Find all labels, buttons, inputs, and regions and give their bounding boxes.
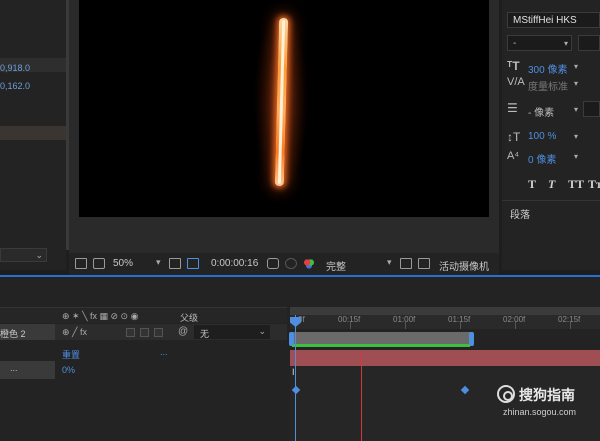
pick-whip-icon[interactable]: @: [178, 326, 188, 337]
chevron-down-icon: ⌄: [35, 250, 43, 260]
playhead-line[interactable]: [295, 315, 296, 441]
layer-switches[interactable]: ⊕ ╱ fx: [62, 327, 87, 338]
region-of-interest-icon[interactable]: [187, 258, 199, 269]
chevron-down-icon: ▾: [563, 39, 568, 48]
property-name-cell[interactable]: ...: [0, 361, 55, 379]
chevron-down-icon: ⌄: [258, 326, 266, 336]
chevron-down-icon: ▾: [574, 152, 579, 161]
always-preview-icon[interactable]: [75, 258, 87, 269]
watermark: 搜狗指南 zhinan.sogou.com: [497, 385, 597, 425]
leading-value[interactable]: - 像素: [528, 104, 554, 119]
snapshot-icon[interactable]: [267, 258, 279, 269]
property-value[interactable]: 0%: [62, 365, 75, 375]
ruler-tick: [515, 322, 516, 329]
project-row-selected[interactable]: [0, 126, 66, 140]
baseline-shift-icon: A⁴: [507, 150, 520, 162]
reset-link[interactable]: 重置: [62, 348, 80, 361]
fit-icon[interactable]: [169, 258, 181, 269]
layer-columns-header: ⊕ ✶ ╲ fx ▦ ⊘ ⊙ ◉ 父级: [0, 307, 287, 323]
faux-bold-button[interactable]: T: [528, 177, 536, 192]
coord-readout-1: 0,918.0: [0, 63, 31, 73]
switch-box[interactable]: [154, 328, 163, 337]
sogou-logo-icon: [497, 385, 515, 403]
switch-box[interactable]: [140, 328, 149, 337]
camera-select[interactable]: 活动摄像机: [439, 258, 489, 273]
show-snapshot-icon[interactable]: [285, 258, 297, 269]
parent-column-header: 父级: [180, 313, 199, 323]
ruler-tick: [570, 322, 571, 329]
small-caps-button[interactable]: Tт: [588, 177, 600, 192]
ruler-tick: [405, 322, 406, 329]
paragraph-tab[interactable]: 段落: [510, 206, 530, 221]
chevron-down-icon: ▾: [156, 257, 161, 267]
property-row-value: ... 0%: [0, 361, 287, 379]
parent-select[interactable]: 无 ⌄: [194, 325, 270, 339]
coord-readout-2: 0,162.0: [0, 81, 31, 91]
layer-name-cell[interactable]: 橙色 2: [0, 324, 55, 340]
render-cache-bar: [292, 344, 470, 347]
zoom-select[interactable]: 50%: [113, 258, 133, 269]
chevron-down-icon: ▾: [574, 62, 579, 71]
fast-previews-icon[interactable]: [400, 258, 412, 269]
project-dropdown[interactable]: ⌄: [0, 248, 47, 262]
channels-icon[interactable]: [303, 258, 315, 269]
parent-value: 无: [200, 329, 210, 339]
ruler-tick: [350, 322, 351, 329]
kerning-icon: V/A: [507, 76, 525, 88]
font-style-value: -: [513, 38, 517, 49]
character-panel: MStiffHei HKS - ▾ ᵀT 300 像素 ▾ V/A 度量标准 ▾…: [502, 0, 600, 270]
reset-dots[interactable]: ...: [160, 347, 168, 357]
layer-name[interactable]: 橙色 2: [0, 327, 26, 340]
stroke-type-select[interactable]: [583, 101, 600, 117]
font-family-select[interactable]: MStiffHei HKS: [507, 12, 600, 28]
chevron-down-icon: ▾: [574, 132, 579, 141]
layer-duration-bar[interactable]: [290, 350, 600, 366]
font-size-icon: ᵀT: [507, 59, 520, 73]
preview-marker-line: [361, 352, 362, 441]
kerning-value[interactable]: 度量标准: [528, 78, 568, 93]
layer-row[interactable]: 橙色 2 ⊕ ╱ fx @ 无 ⌄: [0, 324, 287, 340]
chevron-down-icon: ▾: [387, 257, 392, 267]
font-style-extra[interactable]: [578, 35, 600, 51]
transparency-grid-icon[interactable]: [418, 258, 430, 269]
composition-canvas[interactable]: [79, 0, 489, 217]
property-row-reset: 重置 ...: [0, 345, 287, 361]
chevron-down-icon: ▾: [574, 79, 579, 88]
font-size-value[interactable]: 300 像素: [528, 61, 567, 76]
vertical-scale-icon: ↕T: [507, 130, 521, 144]
ruler-tick: [460, 322, 461, 329]
vertical-scale-value[interactable]: 100 %: [528, 131, 556, 142]
baseline-shift-value[interactable]: 0 像素: [528, 151, 556, 166]
property-dots: ...: [10, 363, 18, 373]
current-time[interactable]: 0:00:00:16: [211, 258, 258, 269]
chevron-down-icon: ▾: [574, 105, 579, 114]
monitor-icon[interactable]: [93, 258, 105, 269]
resolution-select[interactable]: 完整: [326, 258, 346, 273]
switch-box[interactable]: [126, 328, 135, 337]
panel-divider: [502, 200, 600, 201]
switches-icons: ⊕ ✶ ╲ fx ▦ ⊘ ⊙ ◉: [62, 311, 139, 321]
all-caps-button[interactable]: TT: [568, 177, 584, 192]
work-area-bar[interactable]: [290, 307, 600, 315]
font-family-value: MStiffHei HKS: [513, 15, 577, 26]
stroke-width-icon: ☰: [507, 101, 518, 115]
font-style-select[interactable]: - ▾: [507, 35, 572, 51]
watermark-url: zhinan.sogou.com: [503, 407, 577, 417]
watermark-title: 搜狗指南: [519, 387, 575, 403]
viewer-toolbar: 50% ▾ 0:00:00:16 完整 ▾ 活动摄像机: [69, 253, 499, 275]
faux-italic-button[interactable]: T: [548, 177, 555, 192]
project-panel: 0,918.0 0,162.0 ⌄: [0, 0, 66, 270]
